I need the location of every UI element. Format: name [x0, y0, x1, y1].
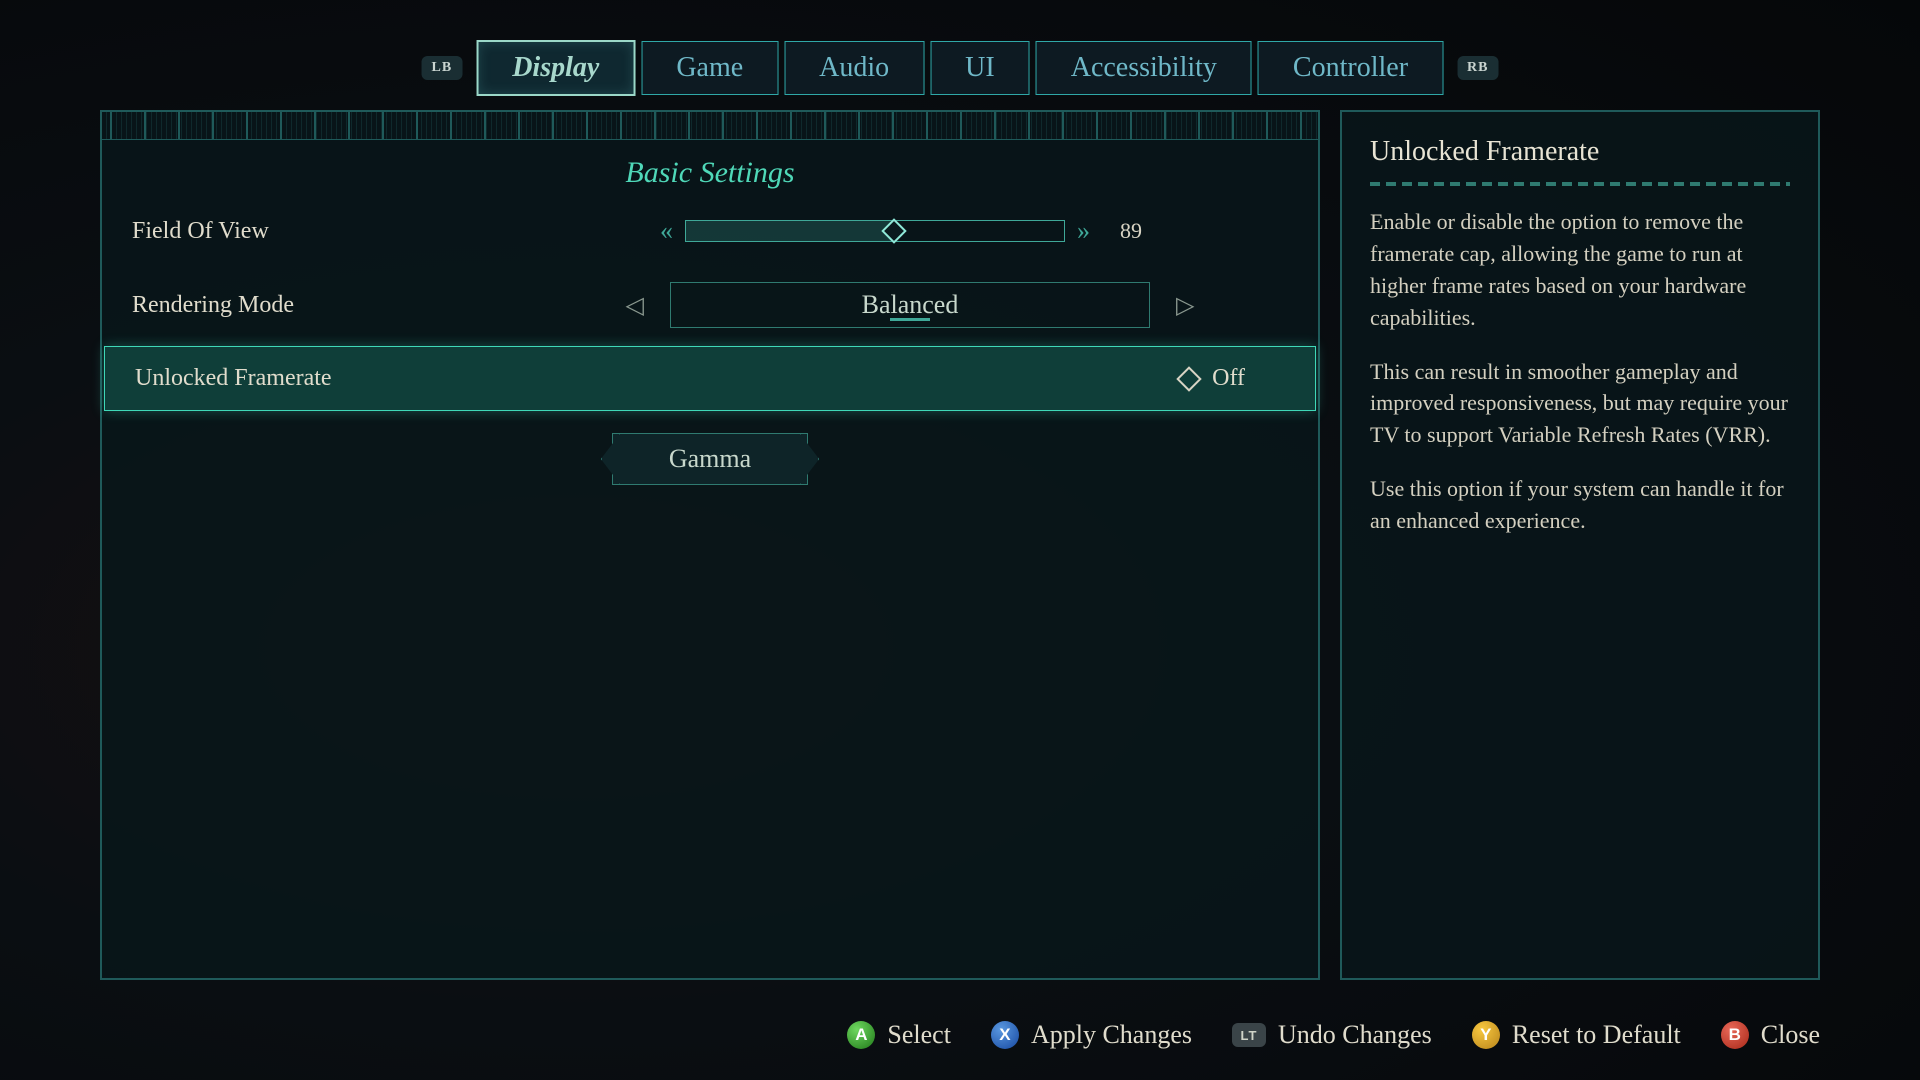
- help-body: Enable or disable the option to remove t…: [1370, 206, 1790, 537]
- hint-label: Select: [887, 1020, 951, 1050]
- help-paragraph: Enable or disable the option to remove t…: [1370, 206, 1790, 334]
- slider-increase-icon[interactable]: »: [1077, 216, 1090, 246]
- help-panel: Unlocked Framerate Enable or disable the…: [1340, 110, 1820, 980]
- fov-value: 89: [1120, 218, 1160, 244]
- slider-track[interactable]: [685, 220, 1065, 242]
- help-paragraph: Use this option if your system can handl…: [1370, 473, 1790, 537]
- gamma-button[interactable]: Gamma: [612, 433, 808, 485]
- hint-select: A Select: [847, 1020, 951, 1050]
- content-area: Basic Settings Field Of View « » 89 Rend…: [100, 110, 1820, 980]
- option-prev-icon[interactable]: ◁: [612, 291, 658, 320]
- hint-undo: LT Undo Changes: [1232, 1020, 1432, 1050]
- a-button-icon: A: [847, 1021, 875, 1049]
- hint-label: Apply Changes: [1031, 1020, 1192, 1050]
- footer-hints: A Select X Apply Changes LT Undo Changes…: [847, 1020, 1820, 1050]
- tab-game[interactable]: Game: [641, 41, 778, 95]
- b-button-icon: B: [1721, 1021, 1749, 1049]
- hint-reset: Y Reset to Default: [1472, 1020, 1681, 1050]
- hint-apply: X Apply Changes: [991, 1020, 1192, 1050]
- fov-label: Field Of View: [132, 218, 532, 245]
- row-unlocked-framerate[interactable]: Unlocked Framerate Off: [104, 346, 1316, 411]
- panel-title: Basic Settings: [102, 140, 1318, 198]
- tab-controller[interactable]: Controller: [1258, 41, 1443, 95]
- row-gamma: Gamma: [102, 411, 1318, 507]
- tab-display[interactable]: Display: [476, 40, 635, 96]
- hint-close: B Close: [1721, 1020, 1820, 1050]
- x-button-icon: X: [991, 1021, 1019, 1049]
- rb-bumper-hint: RB: [1457, 56, 1498, 80]
- panel-ornament: [102, 112, 1318, 140]
- help-title: Unlocked Framerate: [1370, 136, 1790, 168]
- hint-label: Reset to Default: [1512, 1020, 1681, 1050]
- rendering-label: Rendering Mode: [132, 292, 532, 319]
- unlocked-label: Unlocked Framerate: [135, 365, 535, 392]
- unlocked-value: Off: [1212, 365, 1245, 392]
- hint-label: Close: [1761, 1020, 1820, 1050]
- unlocked-toggle[interactable]: Off: [1180, 365, 1285, 392]
- settings-panel: Basic Settings Field Of View « » 89 Rend…: [100, 110, 1320, 980]
- lb-bumper-hint: LB: [422, 56, 463, 80]
- slider-decrease-icon[interactable]: «: [660, 216, 673, 246]
- option-next-icon[interactable]: ▷: [1162, 291, 1208, 320]
- lt-button-icon: LT: [1232, 1023, 1266, 1047]
- row-rendering-mode[interactable]: Rendering Mode ◁ Balanced ▷: [102, 264, 1318, 346]
- tab-ui[interactable]: UI: [930, 41, 1030, 95]
- rendering-selector[interactable]: ◁ Balanced ▷: [532, 282, 1288, 328]
- row-field-of-view[interactable]: Field Of View « » 89: [102, 198, 1318, 264]
- slider-fill: [686, 221, 894, 241]
- y-button-icon: Y: [1472, 1021, 1500, 1049]
- help-divider: [1370, 182, 1790, 186]
- tab-bar: LB Display Game Audio UI Accessibility C…: [414, 40, 1507, 96]
- diamond-icon: [1176, 366, 1201, 391]
- tab-audio[interactable]: Audio: [784, 41, 924, 95]
- tab-accessibility[interactable]: Accessibility: [1036, 41, 1252, 95]
- rendering-value[interactable]: Balanced: [670, 282, 1150, 328]
- fov-slider[interactable]: « » 89: [532, 216, 1288, 246]
- help-paragraph: This can result in smoother gameplay and…: [1370, 356, 1790, 452]
- hint-label: Undo Changes: [1278, 1020, 1432, 1050]
